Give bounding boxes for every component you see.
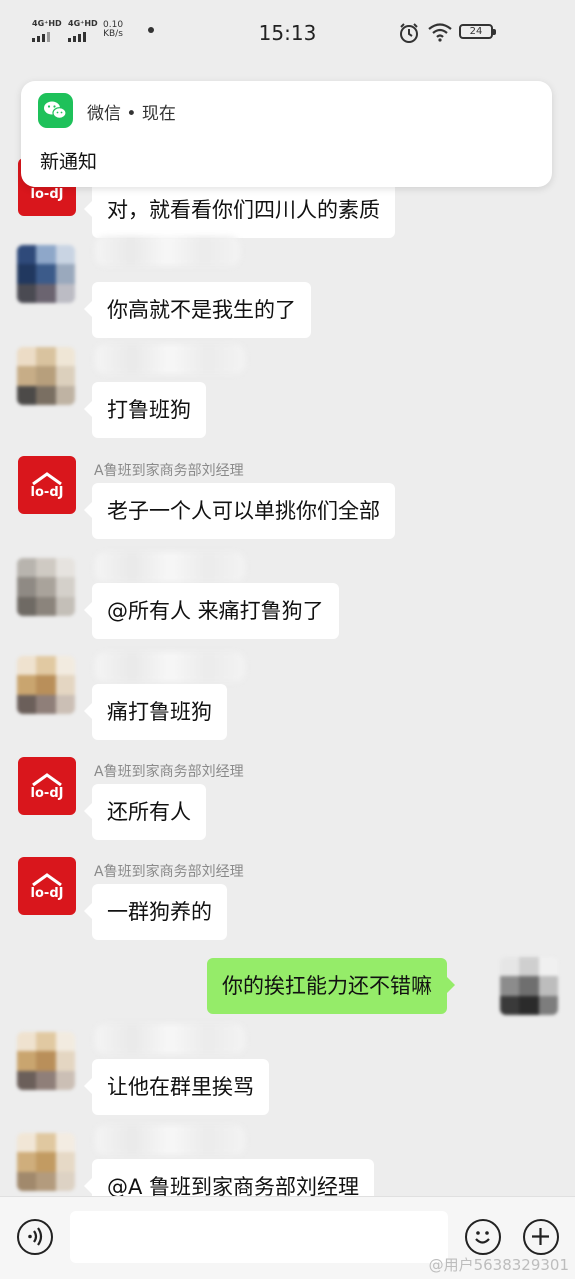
logo-text: lo-dJ: [31, 886, 64, 901]
signal-2: 4G⁺HD: [68, 20, 98, 42]
signal-bars-icon: [68, 32, 98, 42]
avatar[interactable]: [17, 558, 75, 616]
message-bubble[interactable]: 对，就看看你们四川人的素质: [84, 182, 395, 238]
watermark: @用户5638329301: [428, 1256, 569, 1274]
message-bubble[interactable]: 还所有人: [84, 784, 206, 840]
message-bubble[interactable]: 痛打鲁班狗: [84, 684, 227, 740]
notification-dot-icon: [148, 27, 154, 33]
message-bubble[interactable]: @所有人 来痛打鲁狗了: [84, 583, 339, 639]
avatar[interactable]: [17, 656, 75, 714]
speed-unit: KB/s: [103, 29, 123, 39]
sender-name-blurred: [95, 552, 245, 582]
avatar[interactable]: [17, 1032, 75, 1090]
voice-icon[interactable]: [17, 1219, 53, 1255]
sender-name-blurred: [95, 1125, 245, 1155]
network-type-1: 4G⁺HD: [32, 19, 62, 28]
emoji-icon[interactable]: [465, 1219, 501, 1255]
avatar[interactable]: [17, 1133, 75, 1191]
sender-name-blurred: [95, 652, 245, 682]
sender-name-blurred: [95, 1024, 245, 1054]
message-bubble[interactable]: 老子一个人可以单挑你们全部: [84, 483, 395, 539]
plus-icon[interactable]: [523, 1219, 559, 1255]
alarm-icon: [398, 22, 420, 48]
notification-message: 新通知: [40, 151, 98, 173]
logo-text: lo-dJ: [31, 485, 64, 500]
my-avatar[interactable]: [500, 957, 558, 1015]
signal-bars-icon: [32, 32, 62, 42]
my-message-bubble[interactable]: 你的挨扛能力还不错嘛: [207, 958, 455, 1014]
battery-icon: 24: [459, 24, 496, 39]
brand-logo-icon: lo-dJ: [31, 873, 64, 901]
notification-app-label: 微信 • 现在: [87, 104, 176, 124]
avatar[interactable]: lo-dJ: [18, 456, 76, 514]
clock: 15:13: [258, 21, 317, 45]
sender-name: A鲁班到家商务部刘经理: [94, 463, 244, 479]
network-speed: 0.10 KB/s: [103, 21, 123, 39]
message-input[interactable]: [70, 1211, 448, 1263]
message-bubble[interactable]: 打鲁班狗: [84, 382, 206, 438]
logo-text: lo-dJ: [31, 786, 64, 801]
avatar[interactable]: [17, 245, 75, 303]
sender-name-blurred: [95, 236, 240, 266]
sender-name: A鲁班到家商务部刘经理: [94, 764, 244, 780]
message-bubble[interactable]: 你高就不是我生的了: [84, 282, 311, 338]
message-bubble[interactable]: 让他在群里挨骂: [84, 1059, 269, 1115]
wifi-icon: [427, 22, 453, 46]
battery-level: 24: [469, 26, 483, 37]
status-bar: 4G⁺HD 4G⁺HD 0.10 KB/s 15:13 24: [0, 0, 575, 70]
sender-name-blurred: [95, 344, 245, 374]
logo-text: lo-dJ: [31, 187, 64, 202]
message-bubble[interactable]: 一群狗养的: [84, 884, 227, 940]
avatar[interactable]: [17, 347, 75, 405]
signal-1: 4G⁺HD: [32, 20, 62, 42]
brand-logo-icon: lo-dJ: [31, 472, 64, 500]
brand-logo-icon: lo-dJ: [31, 773, 64, 801]
notification-banner[interactable]: 微信 • 现在 新通知: [21, 81, 552, 187]
avatar[interactable]: lo-dJ: [18, 757, 76, 815]
network-type-2: 4G⁺HD: [68, 19, 98, 28]
wechat-icon: [38, 93, 73, 128]
sender-name: A鲁班到家商务部刘经理: [94, 864, 244, 880]
avatar[interactable]: lo-dJ: [18, 857, 76, 915]
